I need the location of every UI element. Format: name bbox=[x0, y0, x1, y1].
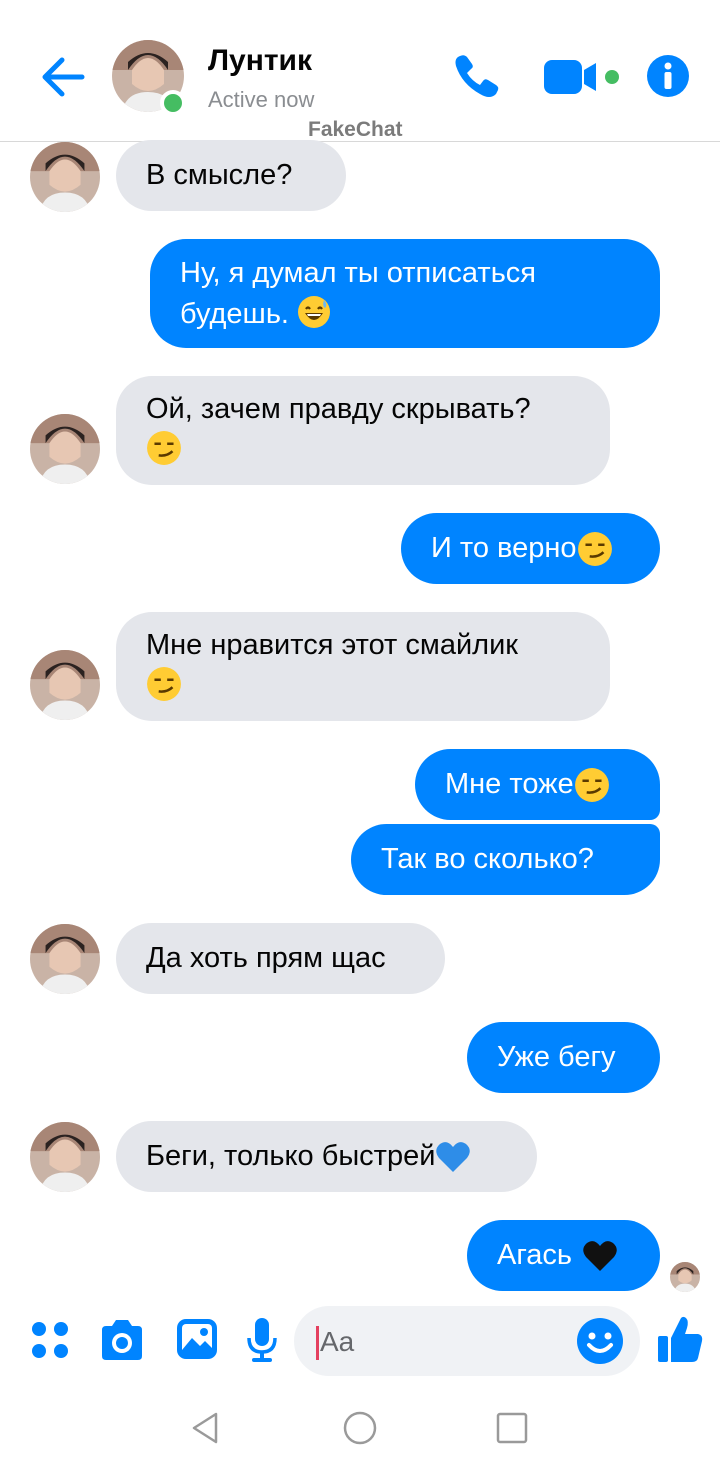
microphone-icon bbox=[247, 1318, 277, 1362]
smiley-icon bbox=[577, 1318, 623, 1364]
like-button[interactable] bbox=[656, 1314, 704, 1364]
black-heart-icon bbox=[583, 1240, 617, 1271]
message-text: Так во сколько? bbox=[381, 843, 594, 875]
video-call-button[interactable] bbox=[542, 56, 624, 98]
nav-recents-button[interactable] bbox=[496, 1412, 528, 1444]
message-input[interactable]: Aa bbox=[294, 1306, 640, 1376]
triangle-back-icon bbox=[192, 1412, 218, 1444]
apps-grid-icon bbox=[32, 1322, 68, 1358]
message-text: Мне тоже bbox=[445, 768, 574, 800]
message-bubble-incoming[interactable]: В смысле? bbox=[116, 140, 346, 211]
contact-name[interactable]: Лунтик bbox=[208, 44, 312, 78]
seen-indicator-avatar bbox=[670, 1262, 700, 1292]
message-bubble-outgoing[interactable]: Уже бегу bbox=[467, 1022, 660, 1093]
sender-avatar[interactable] bbox=[30, 1122, 100, 1192]
message-bubble-outgoing[interactable]: Мне тоже bbox=[415, 749, 660, 820]
gallery-button[interactable] bbox=[176, 1318, 218, 1360]
message-text: Ой, зачем правду скрывать? bbox=[146, 393, 531, 425]
message-bubble-incoming[interactable]: Ой, зачем правду скрывать? bbox=[116, 376, 610, 485]
message-bubble-incoming[interactable]: Да хоть прям щас bbox=[116, 923, 445, 994]
emoji-button[interactable] bbox=[576, 1317, 624, 1365]
message-text: В смысле? bbox=[146, 159, 293, 191]
message-bubble-outgoing[interactable]: И то верно bbox=[401, 513, 660, 584]
message-bubble-incoming[interactable]: Беги, только быстрей bbox=[116, 1121, 537, 1192]
message-text: Ну, я думал ты отписаться bbox=[180, 256, 537, 289]
square-recents-icon bbox=[496, 1412, 528, 1444]
circle-home-icon bbox=[343, 1411, 377, 1445]
voice-button[interactable] bbox=[246, 1316, 278, 1364]
image-icon bbox=[177, 1319, 217, 1359]
message-bubble-outgoing[interactable]: Ну, я думал ты отписаться будешь. bbox=[150, 239, 660, 348]
watermark: FakeChat bbox=[308, 118, 403, 141]
back-button[interactable] bbox=[38, 52, 88, 102]
call-button[interactable] bbox=[450, 50, 502, 102]
online-status-dot bbox=[160, 90, 186, 116]
info-icon bbox=[647, 55, 689, 97]
sender-avatar[interactable] bbox=[30, 414, 100, 484]
message-text: Мне нравится этот смайлик bbox=[146, 629, 518, 661]
smirk-emoji-icon bbox=[577, 531, 612, 566]
info-button[interactable] bbox=[646, 54, 690, 98]
message-text: И то верно bbox=[431, 532, 577, 564]
nav-back-button[interactable] bbox=[188, 1410, 224, 1446]
chat-header: Лунтик Active now FakeChat bbox=[0, 0, 720, 142]
text-cursor bbox=[316, 1326, 319, 1360]
phone-icon bbox=[455, 55, 499, 97]
video-camera-icon bbox=[544, 60, 619, 94]
camera-button[interactable] bbox=[98, 1318, 146, 1362]
message-bubble-incoming[interactable]: Мне нравится этот смайлик bbox=[116, 612, 610, 721]
message-text: Уже бегу bbox=[497, 1041, 616, 1073]
smirk-emoji-icon bbox=[574, 767, 609, 802]
back-arrow-icon bbox=[42, 57, 85, 97]
nav-home-button[interactable] bbox=[342, 1410, 378, 1446]
contact-status: Active now bbox=[208, 87, 315, 112]
message-text: Агась bbox=[497, 1239, 573, 1271]
message-bubble-outgoing[interactable]: Так во сколько? bbox=[351, 824, 660, 895]
smirk-emoji-icon bbox=[147, 667, 181, 701]
camera-icon bbox=[102, 1320, 142, 1360]
sender-avatar[interactable] bbox=[30, 142, 100, 212]
message-text: будешь. bbox=[180, 297, 289, 330]
system-navigation-bar bbox=[0, 1386, 720, 1472]
input-placeholder: Aa bbox=[320, 1326, 355, 1357]
sender-avatar[interactable] bbox=[30, 650, 100, 720]
sender-avatar[interactable] bbox=[30, 924, 100, 994]
smirk-emoji-icon bbox=[147, 431, 181, 465]
grinning-sweat-emoji-icon bbox=[298, 295, 331, 328]
thumbs-up-icon bbox=[658, 1316, 703, 1362]
message-text: Да хоть прям щас bbox=[146, 942, 386, 974]
apps-button[interactable] bbox=[30, 1320, 70, 1360]
message-bubble-outgoing[interactable]: Агась bbox=[467, 1220, 660, 1291]
message-text: Беги, только быстрей bbox=[146, 1140, 436, 1172]
blue-heart-icon bbox=[436, 1141, 471, 1172]
